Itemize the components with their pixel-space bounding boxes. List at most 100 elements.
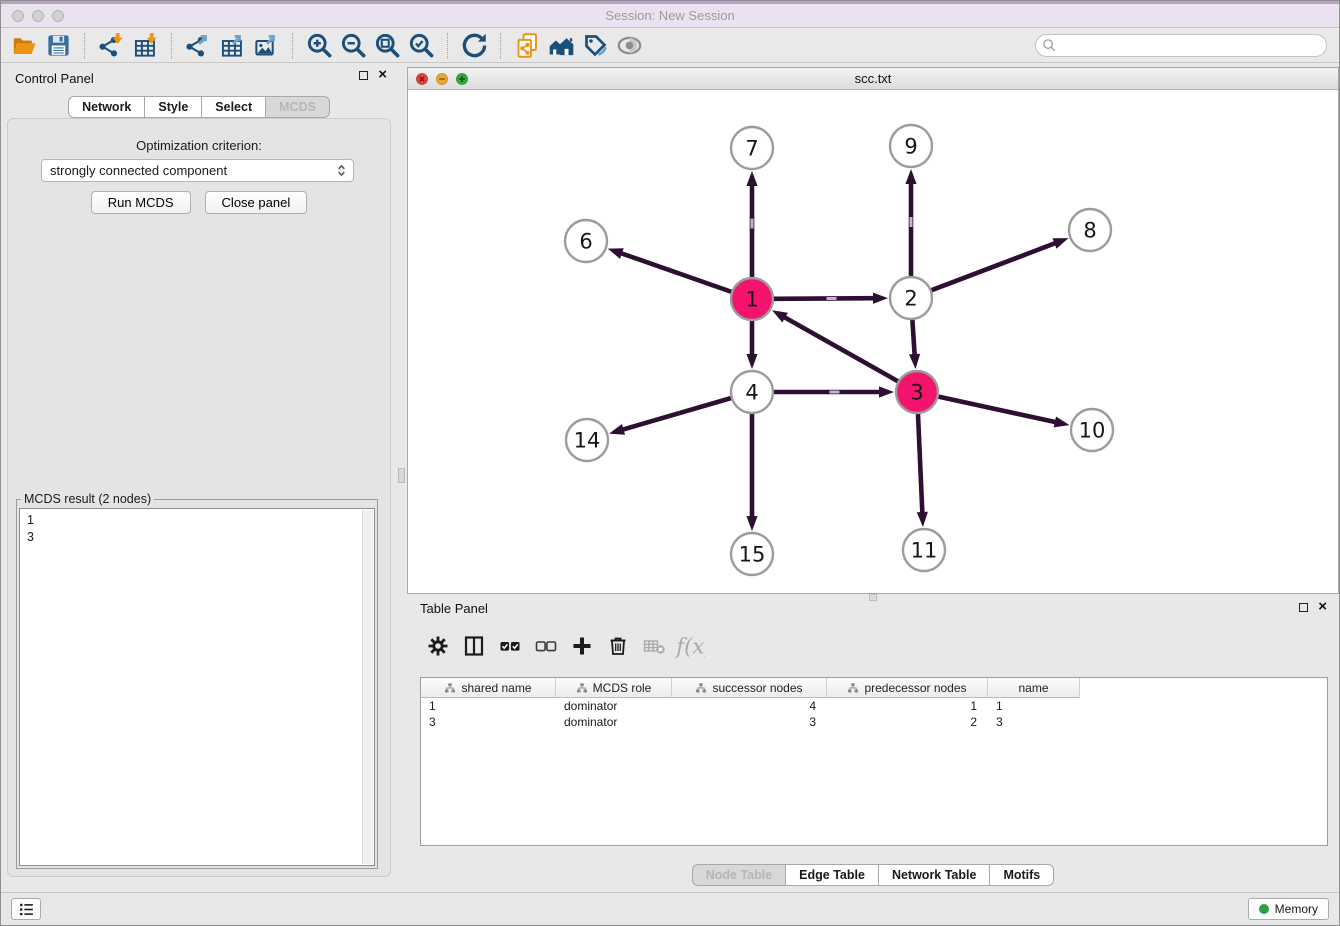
task-history-button[interactable] bbox=[11, 898, 41, 920]
export-image-icon bbox=[253, 32, 280, 59]
tab-select[interactable]: Select bbox=[201, 96, 266, 118]
import-network-button[interactable] bbox=[94, 31, 128, 61]
status-bar: Memory bbox=[1, 892, 1339, 925]
table-panel: Table Panel × f(x) shared nameMCDS roles… bbox=[407, 598, 1339, 892]
panel-splitter[interactable] bbox=[397, 63, 407, 892]
delete-row-button[interactable] bbox=[600, 629, 636, 663]
tab-mcds[interactable]: MCDS bbox=[265, 96, 330, 118]
close-table-panel-icon[interactable]: × bbox=[1318, 602, 1327, 612]
optimization-select[interactable]: strongly connected component bbox=[41, 159, 354, 182]
run-mcds-button[interactable]: Run MCDS bbox=[91, 191, 191, 214]
table-tab-edge-table[interactable]: Edge Table bbox=[785, 864, 879, 886]
home-button[interactable] bbox=[544, 31, 578, 61]
edge-arrowhead bbox=[609, 424, 625, 435]
zoom-selected-button[interactable] bbox=[404, 31, 438, 61]
mcds-result-box: 1 3 bbox=[19, 508, 375, 866]
hierarchy-icon bbox=[444, 682, 456, 694]
export-network-icon bbox=[185, 32, 212, 59]
export-network-button[interactable] bbox=[181, 31, 215, 61]
toolbar-separator bbox=[500, 33, 501, 59]
tab-style[interactable]: Style bbox=[144, 96, 202, 118]
table-cell[interactable]: 1 bbox=[421, 698, 556, 714]
edge-arrowhead bbox=[772, 310, 788, 322]
close-panel-button[interactable]: Close panel bbox=[205, 191, 308, 214]
eye-button[interactable] bbox=[612, 31, 646, 61]
result-scrollbar[interactable] bbox=[362, 510, 373, 864]
float-panel-icon[interactable] bbox=[359, 71, 368, 80]
column-header-name[interactable]: name bbox=[988, 678, 1080, 698]
settings-button[interactable] bbox=[420, 629, 456, 663]
node-label: 10 bbox=[1079, 419, 1106, 443]
node-label: 2 bbox=[904, 287, 917, 311]
zoom-out-button[interactable] bbox=[336, 31, 370, 61]
memory-button[interactable]: Memory bbox=[1248, 898, 1329, 920]
save-session-button[interactable] bbox=[41, 31, 75, 61]
table-tab-network-table[interactable]: Network Table bbox=[878, 864, 991, 886]
save-session-icon bbox=[45, 32, 72, 59]
node-label: 4 bbox=[745, 381, 758, 405]
tab-network[interactable]: Network bbox=[68, 96, 145, 118]
export-table-button[interactable] bbox=[215, 31, 249, 61]
export-image-button[interactable] bbox=[249, 31, 283, 61]
float-table-panel-icon[interactable] bbox=[1299, 603, 1308, 612]
column-header-MCDS-role[interactable]: MCDS role bbox=[556, 678, 672, 698]
network-canvas[interactable]: 7968124314101511 bbox=[408, 90, 1338, 593]
select-all-button[interactable] bbox=[492, 629, 528, 663]
table-cell[interactable]: 4 bbox=[672, 698, 827, 714]
graph-edge-4-14[interactable] bbox=[622, 398, 731, 430]
graph-edge-3-1[interactable] bbox=[783, 317, 897, 382]
table-cell[interactable]: 3 bbox=[421, 714, 556, 730]
edge-arrowhead bbox=[608, 248, 624, 259]
column-header-successor-nodes[interactable]: successor nodes bbox=[672, 678, 827, 698]
open-file-button[interactable] bbox=[7, 31, 41, 61]
columns-button[interactable] bbox=[456, 629, 492, 663]
column-header-shared-name[interactable]: shared name bbox=[421, 678, 556, 698]
deselect-all-button[interactable] bbox=[528, 629, 564, 663]
table-tab-node-table[interactable]: Node Table bbox=[692, 864, 786, 886]
edge-arrowhead bbox=[1054, 416, 1070, 427]
settings-icon bbox=[426, 634, 450, 658]
app-title: Session: New Session bbox=[1, 8, 1339, 23]
edge-arrowhead bbox=[746, 516, 757, 531]
label-button[interactable] bbox=[578, 31, 612, 61]
table-row[interactable]: 3dominator323 bbox=[421, 714, 1327, 730]
table-cell[interactable]: 2 bbox=[827, 714, 988, 730]
eye-icon bbox=[616, 32, 643, 59]
edge-arrowhead bbox=[917, 512, 928, 527]
node-label: 6 bbox=[579, 230, 592, 254]
hierarchy-icon bbox=[695, 682, 707, 694]
graph-edge-1-6[interactable] bbox=[620, 253, 731, 292]
add-row-button[interactable] bbox=[564, 629, 600, 663]
network-window-titlebar[interactable]: scc.txt bbox=[408, 68, 1338, 90]
table-row[interactable]: 1dominator411 bbox=[421, 698, 1327, 714]
mcds-result-text: 1 3 bbox=[20, 509, 374, 546]
column-header-predecessor-nodes[interactable]: predecessor nodes bbox=[827, 678, 988, 698]
table-cell[interactable]: dominator bbox=[556, 698, 672, 714]
graph-edge-3-10[interactable] bbox=[938, 397, 1056, 423]
close-panel-icon[interactable]: × bbox=[378, 70, 387, 80]
edge-arrowhead bbox=[905, 169, 916, 184]
table-cell[interactable]: 1 bbox=[827, 698, 988, 714]
toolbar-separator bbox=[447, 33, 448, 59]
graph-edge-3-11[interactable] bbox=[918, 414, 922, 514]
table-cell[interactable]: 3 bbox=[672, 714, 827, 730]
hierarchy-icon bbox=[847, 682, 859, 694]
refresh-button[interactable] bbox=[457, 31, 491, 61]
zoom-in-button[interactable] bbox=[302, 31, 336, 61]
search-box[interactable] bbox=[1035, 34, 1327, 57]
table-tab-motifs[interactable]: Motifs bbox=[989, 864, 1054, 886]
graph-edge-1-2[interactable] bbox=[774, 298, 875, 299]
zoom-fit-button[interactable] bbox=[370, 31, 404, 61]
search-input[interactable] bbox=[1058, 37, 1326, 55]
graph-edge-2-8[interactable] bbox=[932, 243, 1057, 290]
zoom-fit-icon bbox=[374, 32, 401, 59]
table-cell[interactable]: dominator bbox=[556, 714, 672, 730]
graph-edge-2-3[interactable] bbox=[912, 320, 914, 356]
copy-network-button[interactable] bbox=[510, 31, 544, 61]
function-icon: f(x) bbox=[675, 631, 705, 661]
table-cell[interactable]: 1 bbox=[988, 698, 1080, 714]
import-table-button[interactable] bbox=[128, 31, 162, 61]
splitter-grip[interactable] bbox=[398, 468, 405, 483]
chevron-updown-icon bbox=[334, 162, 349, 179]
table-cell[interactable]: 3 bbox=[988, 714, 1080, 730]
